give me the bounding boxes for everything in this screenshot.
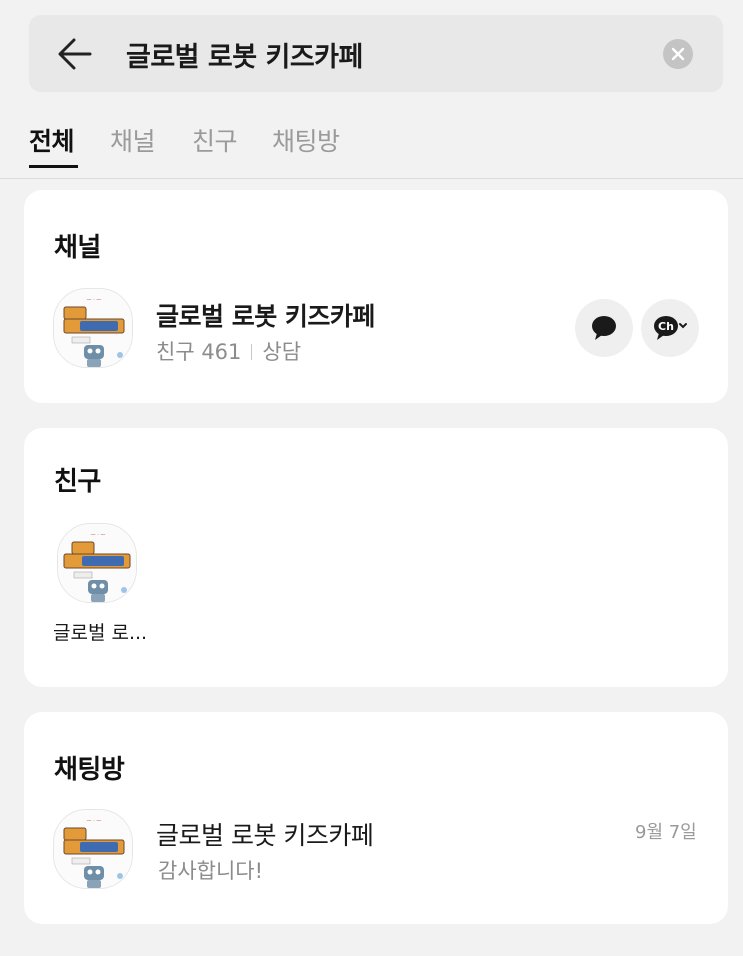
divider xyxy=(251,344,253,360)
consult-label: 상담 xyxy=(262,340,302,364)
friend-count: 친구 461 xyxy=(156,340,242,364)
svg-text:— · —: — · — xyxy=(91,532,106,538)
channel-name[interactable]: 글로벌 로봇 키즈카페 xyxy=(156,297,375,333)
tab-chatrooms[interactable]: 채팅방 xyxy=(272,122,340,158)
clear-x-icon[interactable] xyxy=(663,39,693,69)
svg-text:— · —: — · — xyxy=(87,818,102,824)
avatar[interactable]: — · — xyxy=(53,809,133,889)
chatroom-last-message: 감사합니다! xyxy=(158,859,264,883)
search-input[interactable]: 글로벌 로봇 키즈카페 xyxy=(126,35,363,74)
chatroom-date: 9월 7일 xyxy=(635,822,697,843)
chat-button[interactable] xyxy=(575,299,633,357)
chat-bubble-icon xyxy=(592,316,616,340)
svg-text:Ch: Ch xyxy=(658,320,674,333)
friend-name[interactable]: 글로벌 로... xyxy=(53,618,147,645)
tab-friends[interactable]: 친구 xyxy=(192,122,238,158)
section-title: 채널 xyxy=(54,233,101,263)
friends-section: 친구 — · — 글로벌 로... xyxy=(24,428,728,687)
avatar[interactable]: — · — xyxy=(53,288,133,368)
section-title: 친구 xyxy=(54,467,101,497)
avatar[interactable]: — · — xyxy=(57,523,137,603)
section-title: 채팅방 xyxy=(54,755,125,785)
chatrooms-section: 채팅방 — · — 글로벌 로봇 키즈카페 감사합니다! 9월 7일 xyxy=(24,712,728,924)
active-tab-indicator xyxy=(29,165,78,168)
search-tabs: 전체 채널 친구 채팅방 xyxy=(0,110,743,179)
channel-meta: 친구 461 상담 xyxy=(156,336,301,366)
channel-add-button[interactable]: Ch xyxy=(641,299,699,357)
channel-ch-icon: Ch xyxy=(654,316,687,340)
tab-channel[interactable]: 채널 xyxy=(110,122,156,158)
chatroom-name[interactable]: 글로벌 로봇 키즈카페 xyxy=(156,816,374,852)
channel-section: 채널 — · — 글로벌 로봇 키즈카페 친구 461 상담 Ch xyxy=(24,190,728,403)
svg-text:— · —: — · — xyxy=(87,297,102,303)
arrow-left-icon[interactable] xyxy=(58,38,92,70)
tab-all[interactable]: 전체 xyxy=(29,122,75,158)
